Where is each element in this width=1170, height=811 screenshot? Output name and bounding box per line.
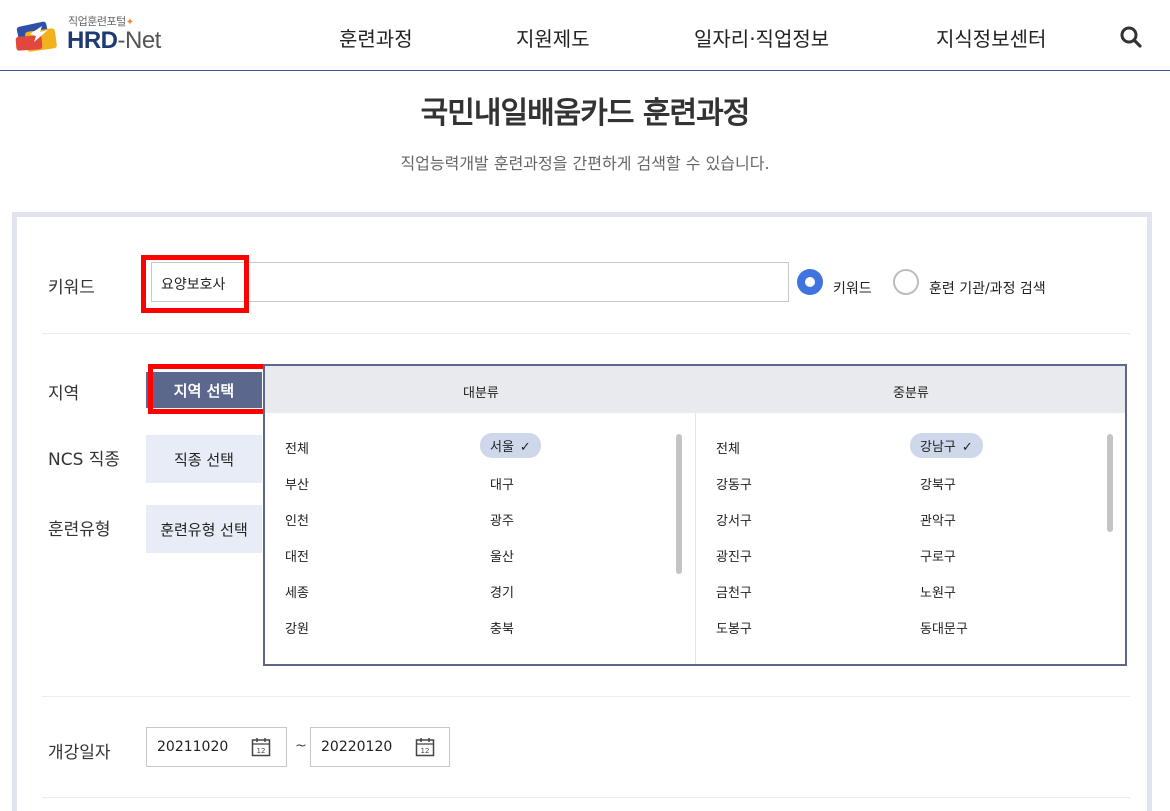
page-title: 국민내일배움카드 훈련과정 [420,96,751,131]
minor-item[interactable]: 광진구 [716,546,752,565]
region-selector: 대분류 중분류 전체 서울 ✓ 부산 대구 인천 광주 대전 울산 세종 경기 강… [263,364,1127,666]
calendar-icon[interactable]: 12 [251,737,271,757]
minor-item[interactable]: 관악구 [920,510,956,529]
minor-item[interactable]: 금천구 [716,582,752,601]
radio-keyword[interactable] [797,269,823,295]
major-scrollbar[interactable] [676,434,682,574]
date-from-value: 20211020 [157,739,229,755]
search-panel: 키워드 요양보호사 키워드 훈련 기관/과정 검색 지역 지역 선택 NCS 직… [12,212,1152,811]
major-item[interactable]: 충북 [490,618,514,637]
row-divider [42,797,1130,798]
major-item[interactable]: 울산 [490,546,514,565]
major-item[interactable]: 부산 [285,474,309,493]
radio-institution[interactable] [893,269,919,295]
date-to-value: 20220120 [321,739,393,755]
nav-job-info[interactable]: 일자리·직업정보 [694,23,829,52]
minor-item[interactable]: 도봉구 [716,618,752,637]
major-item[interactable]: 인천 [285,510,309,529]
keyword-label: 키워드 [48,278,95,298]
minor-item[interactable]: 강북구 [920,474,956,493]
ncs-label: NCS 직종 [48,450,121,470]
training-type-label: 훈련유형 [48,520,111,540]
logo-title: HRD-Net [67,27,161,54]
major-item[interactable]: 경기 [490,582,514,601]
major-category-title: 대분류 [463,386,499,401]
minor-item[interactable]: 노원구 [920,582,956,601]
minor-item[interactable]: 동대문구 [920,618,968,637]
check-icon: ✓ [519,440,531,455]
logo-mark-icon [15,21,57,52]
training-type-select-button[interactable]: 훈련유형 선택 [146,505,262,553]
minor-item[interactable]: 강서구 [716,510,752,529]
minor-scrollbar[interactable] [1107,434,1113,532]
nav-training-courses[interactable]: 훈련과정 [339,23,413,52]
region-select-button[interactable]: 지역 선택 [146,372,262,408]
site-header: 직업훈련포털✦ HRD-Net 훈련과정 지원제도 일자리·직업정보 지식정보센… [0,0,1170,71]
minor-item-selected[interactable]: 강남구 ✓ [910,433,983,458]
major-item[interactable]: 광주 [490,510,514,529]
check-icon: ✓ [961,440,973,455]
region-label: 지역 [48,384,80,404]
keyword-input-value: 요양보호사 [161,277,226,293]
svg-text:12: 12 [257,747,266,755]
major-item[interactable]: 세종 [285,582,309,601]
column-separator [695,413,696,664]
major-item[interactable]: 강원 [285,618,309,637]
svg-text:12: 12 [421,747,430,755]
minor-category-title: 중분류 [893,386,929,401]
nav-support-system[interactable]: 지원제도 [516,23,590,52]
major-item[interactable]: 전체 [285,438,309,457]
page-description: 직업능력개발 훈련과정을 간편하게 검색할 수 있습니다. [400,154,770,173]
major-item[interactable]: 대구 [490,474,514,493]
minor-item[interactable]: 강동구 [716,474,752,493]
keyword-input[interactable] [151,262,789,302]
row-divider [42,333,1130,334]
region-selector-header: 대분류 중분류 [265,366,1125,413]
search-icon[interactable] [1118,24,1144,50]
date-range-separator: ~ [295,738,307,754]
ncs-select-button[interactable]: 직종 선택 [146,435,262,483]
nav-knowledge-center[interactable]: 지식정보센터 [936,23,1046,52]
major-item[interactable]: 대전 [285,546,309,565]
calendar-icon[interactable]: 12 [415,737,435,757]
radio-keyword-label: 키워드 [833,281,872,297]
start-date-label: 개강일자 [48,743,111,763]
radio-institution-label: 훈련 기관/과정 검색 [929,281,1046,297]
minor-item[interactable]: 구로구 [920,546,956,565]
minor-item[interactable]: 전체 [716,438,740,457]
row-divider [42,696,1130,697]
hrd-net-logo[interactable]: 직업훈련포털✦ HRD-Net [10,12,180,60]
date-from-input[interactable]: 20211020 12 [146,727,287,767]
date-to-input[interactable]: 20220120 12 [310,727,450,767]
major-item-selected[interactable]: 서울 ✓ [480,433,541,458]
